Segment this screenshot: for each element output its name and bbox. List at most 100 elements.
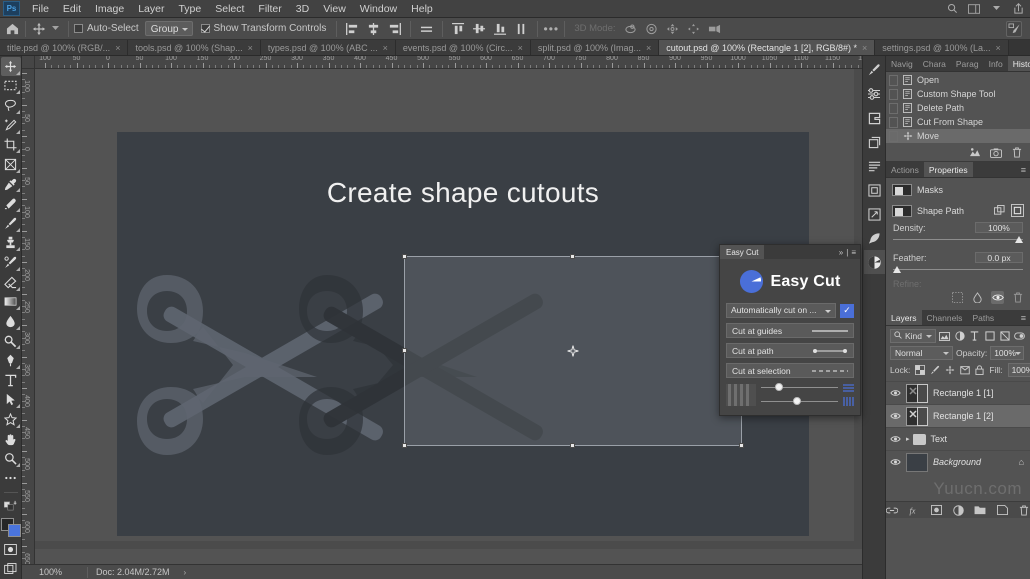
custom-shape-tool[interactable] [1, 410, 21, 429]
menu-view[interactable]: View [316, 1, 353, 17]
show-transform-controls-checkbox[interactable]: Show Transform Controls [200, 23, 326, 34]
layer-visibility-icon[interactable] [890, 412, 901, 420]
pixel-filter-icon[interactable] [939, 330, 951, 343]
panel-menu-icon[interactable]: ≡ [1017, 310, 1030, 325]
layer-thumbnail[interactable] [906, 383, 928, 403]
clone-stamp-tool[interactable] [1, 234, 21, 253]
horizontal-scrollbar[interactable] [35, 541, 862, 549]
rectangular-marquee-tool[interactable] [1, 77, 21, 96]
layer-visibility-icon[interactable] [890, 389, 901, 397]
libraries-icon[interactable] [864, 106, 885, 130]
align-top-edges-icon[interactable] [418, 21, 435, 37]
chevron-right-icon[interactable]: ▸ [906, 435, 910, 443]
distribute-left-icon[interactable] [513, 21, 530, 37]
link-layers-icon[interactable] [886, 504, 898, 516]
fill-value[interactable]: 100% [1007, 363, 1030, 377]
color-swatches[interactable] [0, 518, 21, 537]
tab-character[interactable]: Chara [918, 56, 951, 71]
default-colors-icon[interactable] [1, 496, 21, 515]
adjustments-icon[interactable] [864, 82, 885, 106]
tab-history[interactable]: History [1007, 56, 1030, 71]
close-icon[interactable]: × [518, 43, 523, 53]
horizontal-ruler[interactable]: 100 50 0 50 100 150 200 250 300 350 400 450 500 550 60… [22, 56, 862, 69]
opacity-value[interactable]: 100% [990, 346, 1025, 360]
align-columns-icon[interactable] [843, 396, 854, 406]
history-item[interactable]: Open [886, 73, 1030, 87]
quick-selection-tool[interactable] [1, 116, 21, 135]
actions-frame-icon[interactable] [864, 178, 885, 202]
layer-visibility-icon[interactable] [890, 435, 901, 443]
close-icon[interactable]: × [862, 43, 867, 53]
add-layer-mask-icon[interactable] [930, 504, 942, 516]
menu-3d[interactable]: 3D [289, 1, 316, 17]
delete-layer-icon[interactable] [1018, 504, 1030, 516]
toggle-mask-icon[interactable] [991, 291, 1004, 304]
easy-cut-slider-1[interactable] [761, 383, 838, 392]
layer-comps-icon[interactable] [864, 130, 885, 154]
distribute-vertical-centers-icon[interactable] [471, 21, 488, 37]
close-icon[interactable]: × [383, 43, 388, 53]
tab-layers[interactable]: Layers [886, 310, 922, 325]
auto-cut-mode-dropdown[interactable]: Automatically cut on ... [726, 303, 836, 318]
chevron-down-icon[interactable] [989, 2, 1003, 16]
smart-object-filter-icon[interactable] [999, 330, 1011, 343]
delete-mask-icon[interactable] [1011, 291, 1024, 304]
align-lines-icon[interactable] [843, 383, 854, 393]
layer-style-fx-icon[interactable]: fx [908, 504, 920, 516]
tab-paragraph[interactable]: Parag [951, 56, 984, 71]
lock-transparent-pixels-icon[interactable] [915, 365, 926, 376]
lock-artboard-nesting-icon[interactable] [960, 365, 971, 376]
menu-image[interactable]: Image [88, 1, 131, 17]
adjustment-filter-icon[interactable] [954, 330, 966, 343]
frame-tool[interactable] [1, 155, 21, 174]
scale-3d-icon[interactable] [706, 21, 723, 37]
path-selection-tool[interactable] [1, 391, 21, 410]
easy-cut-slider-2[interactable] [761, 397, 838, 406]
auto-select-scope-dropdown[interactable]: Group [144, 21, 193, 36]
transform-selection-overlay[interactable] [402, 254, 744, 448]
brush-preset-icon[interactable] [1006, 20, 1022, 37]
menu-file[interactable]: File [25, 1, 56, 17]
collapse-icon[interactable]: » [839, 248, 843, 257]
layer-row-background[interactable]: Background ⌂ [886, 450, 1030, 473]
distribute-bottom-icon[interactable] [492, 21, 509, 37]
history-snapshot-slot[interactable] [889, 88, 898, 100]
create-document-icon[interactable] [969, 147, 981, 159]
feather-icon[interactable] [864, 226, 885, 250]
close-icon[interactable]: × [248, 43, 253, 53]
history-snapshot-slot[interactable] [889, 102, 898, 114]
handle-bottom-right[interactable] [739, 443, 744, 448]
tab-paths[interactable]: Paths [967, 310, 999, 325]
history-snapshot-slot[interactable] [889, 130, 898, 142]
menu-layer[interactable]: Layer [131, 1, 171, 17]
horizontal-type-tool[interactable] [1, 371, 21, 390]
layer-thumbnail[interactable] [906, 406, 928, 426]
history-brush-tool[interactable] [1, 253, 21, 272]
doc-tab-split[interactable]: split.psd @ 100% (Imag... × [530, 40, 660, 55]
handle-middle-left[interactable] [402, 348, 407, 353]
doc-tab-settings[interactable]: settings.psd @ 100% (La... × [875, 40, 1009, 55]
align-right-edges-icon[interactable] [386, 21, 403, 37]
easy-cut-tab[interactable]: Easy Cut [720, 245, 765, 259]
home-icon[interactable] [4, 21, 20, 37]
menu-window[interactable]: Window [353, 1, 404, 17]
doc-tab-types[interactable]: types.psd @ 100% (ABC ... × [260, 40, 396, 55]
close-icon[interactable]: × [646, 43, 651, 53]
eraser-tool[interactable] [1, 273, 21, 292]
auto-select-box-icon[interactable] [74, 24, 83, 33]
distribute-top-icon[interactable] [450, 21, 467, 37]
vector-mask-icon[interactable] [1011, 204, 1024, 217]
gradient-tool[interactable] [1, 293, 21, 312]
panel-menu-icon[interactable]: ≡ [851, 248, 856, 257]
tab-channels[interactable]: Channels [922, 310, 968, 325]
select-and-mask-icon[interactable] [951, 291, 964, 304]
menu-help[interactable]: Help [404, 1, 440, 17]
pen-tool[interactable] [1, 351, 21, 370]
lasso-tool[interactable] [1, 96, 21, 115]
show-transform-box-icon[interactable] [200, 24, 210, 33]
doc-tab-events[interactable]: events.psd @ 100% (Circ... × [395, 40, 531, 55]
zoom-tool[interactable] [1, 450, 21, 469]
density-value[interactable]: 100% [975, 222, 1023, 233]
more-options-icon[interactable]: ••• [543, 21, 559, 37]
layer-row-group[interactable]: ▸ Text [886, 427, 1030, 450]
